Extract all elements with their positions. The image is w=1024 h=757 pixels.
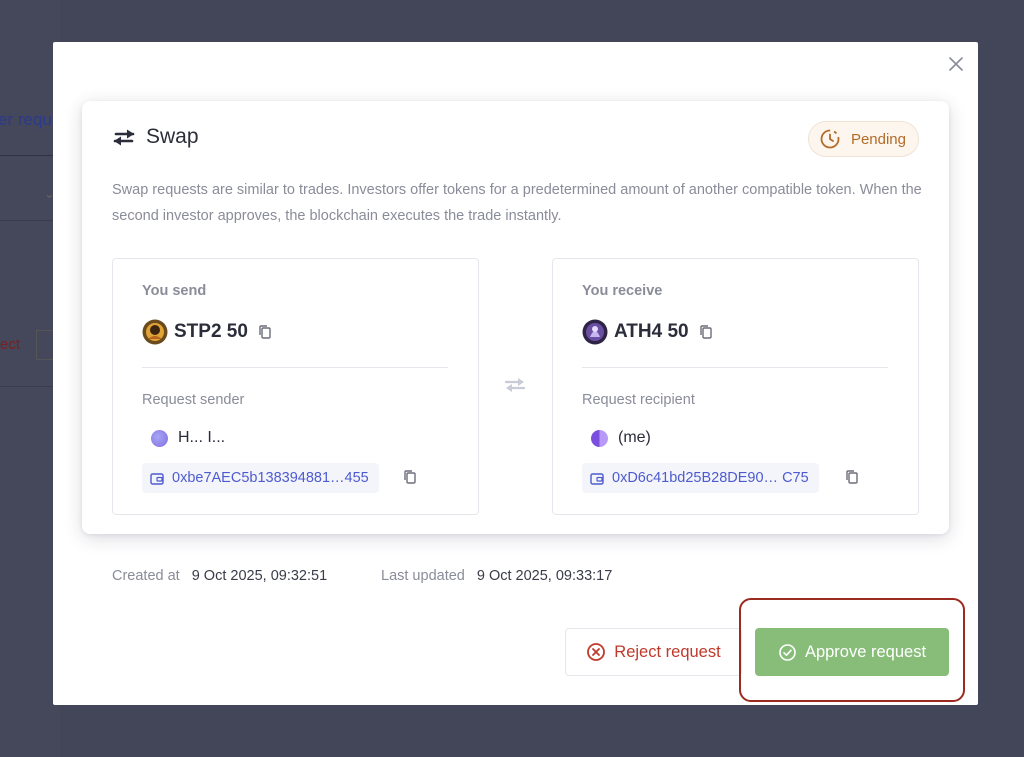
card-title-text: Swap [146,125,199,148]
send-token-row: STP2 50 [142,319,272,345]
sender-row: H... I... [151,429,225,447]
background-reject-text: ect [0,336,21,353]
copy-icon[interactable] [699,324,713,340]
wallet-icon [590,472,604,485]
updated-value: 9 Oct 2025, 09:33:17 [476,568,613,584]
swap-direction-icon [502,375,528,400]
recipient-address-link[interactable]: 0xD6c41bd25B28DE90… C75 [582,463,819,493]
recipient-row: (me) [591,429,651,447]
receive-token-label: ATH4 50 [614,321,689,342]
last-updated: Last updated 9 Oct 2025, 09:33:17 [381,568,612,584]
created-at: Created at 9 Oct 2025, 09:32:51 [112,568,327,584]
approve-label: Approve request [804,642,927,661]
send-heading: You send [142,283,207,299]
copy-icon[interactable] [403,469,417,485]
swap-arrows-icon [112,127,136,147]
check-circle-icon [779,643,796,661]
token-avatar-icon [142,319,168,345]
sender-avatar [151,429,168,447]
reject-request-button[interactable]: Reject request [565,628,742,676]
sender-name: H... I... [178,429,226,446]
status-text: Pending [850,130,906,148]
recipient-address: 0xD6c41bd25B28DE90… C75 [612,470,809,486]
close-icon [949,57,963,71]
receive-token-row: ATH4 50 [582,319,713,345]
x-circle-icon [587,643,606,661]
panel-divider [582,367,888,368]
swap-description: Swap requests are similar to trades. Inv… [112,182,922,224]
sender-address: 0xbe7AEC5b138394881…455 [172,470,369,486]
reject-label: Reject request [614,642,721,661]
wallet-icon [150,472,164,485]
recipient-name: (me) [618,429,651,446]
copy-icon[interactable] [845,469,859,485]
updated-label: Last updated [381,568,465,584]
send-token-label: STP2 50 [174,321,248,342]
background-divider [0,155,56,156]
created-value: 9 Oct 2025, 09:32:51 [191,568,328,584]
sender-address-link[interactable]: 0xbe7AEC5b138394881…455 [142,463,379,493]
clock-icon [820,129,840,149]
background-divider [0,386,56,387]
copy-icon[interactable] [258,324,272,340]
send-panel: You send STP2 50 Request sender H... I..… [112,258,479,515]
status-badge: Pending [807,121,919,157]
panel-divider [142,367,448,368]
swap-card: Swap Pending Swap requests are similar t… [82,101,949,534]
card-title: Swap [112,125,199,149]
token-avatar-icon [582,319,608,345]
background-tab-text: er requ [0,110,52,129]
recipient-avatar [591,429,608,447]
created-label: Created at [112,568,180,584]
background-divider [0,220,56,221]
approve-request-button[interactable]: Approve request [755,628,949,676]
receive-panel: You receive ATH4 50 Request recipient (m… [552,258,919,515]
close-button[interactable] [944,52,968,76]
receive-heading: You receive [582,283,663,299]
recipient-label: Request recipient [582,392,695,408]
sender-label: Request sender [142,392,245,408]
